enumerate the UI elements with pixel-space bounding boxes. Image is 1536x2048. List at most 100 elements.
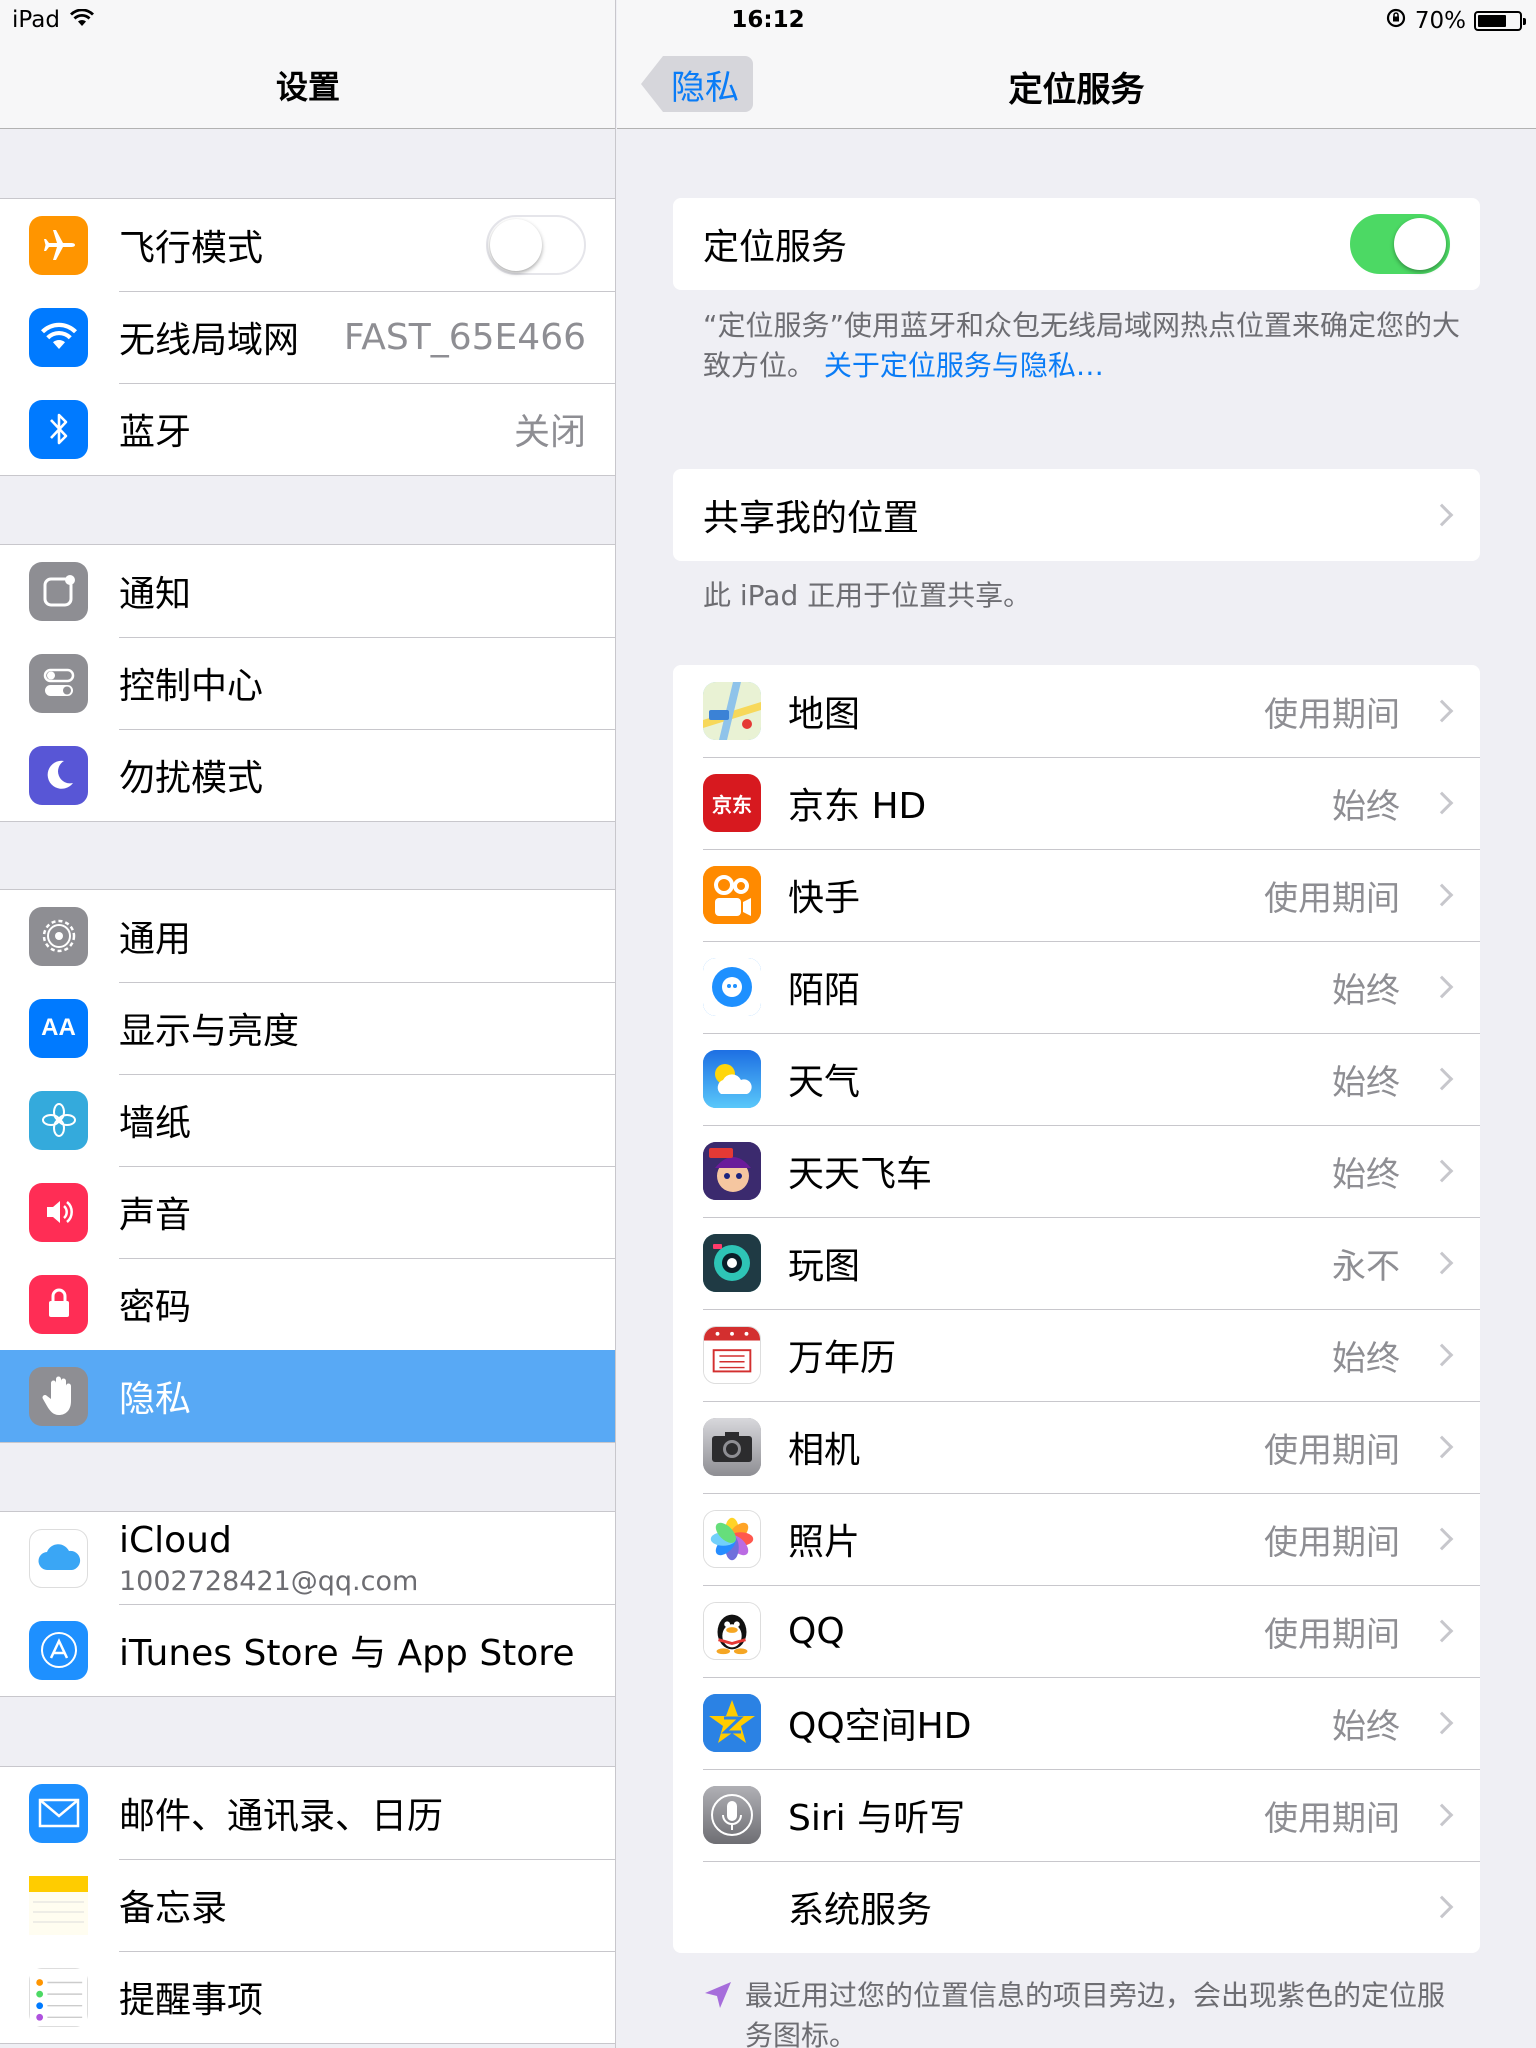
- app-location-row[interactable]: 万年历 始终: [673, 1309, 1480, 1401]
- app-location-row[interactable]: 京东 京东 HD 始终: [673, 757, 1480, 849]
- sidebar-item-wallpaper[interactable]: 墙纸: [0, 1074, 615, 1166]
- sidebar-item-notes[interactable]: 备忘录: [0, 1859, 615, 1951]
- app-location-permission: 使用期间: [1264, 1522, 1400, 1563]
- app-location-permission: 始终: [1332, 1062, 1400, 1103]
- share-location-footer: 此 iPad 正用于位置共享。: [703, 579, 1032, 612]
- sidebar-item-label: 控制中心: [119, 666, 264, 707]
- sidebar-item-icloud[interactable]: iCloud 1002728421@qq.com: [0, 1512, 615, 1604]
- settings-group: 飞行模式无线局域网 FAST_65E466 蓝牙 关闭: [0, 198, 615, 476]
- qzone-icon: [703, 1694, 761, 1752]
- chevron-right-icon: [1430, 1159, 1454, 1183]
- app-location-permission: 使用期间: [1264, 1614, 1400, 1655]
- qq-penguin-icon: [703, 1602, 761, 1660]
- app-location-row[interactable]: 地图 使用期间: [673, 665, 1480, 757]
- sidebar-item-label: 勿扰模式: [119, 758, 264, 799]
- chevron-right-icon: [1430, 699, 1454, 723]
- sidebar-item-hand[interactable]: 隐私: [0, 1350, 615, 1442]
- chevron-right-icon: [1430, 503, 1454, 527]
- app-location-permission: 始终: [1332, 970, 1400, 1011]
- sidebar-item-notification[interactable]: 通知: [0, 545, 615, 637]
- sidebar-item-sublabel: 1002728421@qq.com: [119, 1566, 419, 1597]
- sidebar-item-wifi[interactable]: 无线局域网 FAST_65E466: [0, 291, 615, 383]
- app-location-row[interactable]: 相机 使用期间: [673, 1401, 1480, 1493]
- chevron-right-icon: [1430, 1803, 1454, 1827]
- location-arrow-icon: [703, 1980, 733, 2021]
- sidebar-item-label: 提醒事项: [119, 1980, 264, 2021]
- siri-mic-icon: [703, 1786, 761, 1844]
- app-location-row[interactable]: 陌陌 始终: [673, 941, 1480, 1033]
- sidebar-item-label: 密码: [119, 1287, 192, 1328]
- settings-group: 通知控制中心勿扰模式: [0, 544, 615, 822]
- app-name: 玩图: [788, 1246, 861, 1287]
- sidebar-item-label: 墙纸: [119, 1103, 192, 1144]
- sidebar-item-bluetooth[interactable]: 蓝牙 关闭: [0, 383, 615, 475]
- location-services-group: 定位服务: [673, 198, 1480, 290]
- about-location-privacy-link[interactable]: 关于定位服务与隐私…: [824, 349, 1104, 382]
- app-location-row[interactable]: 玩图 永不: [673, 1217, 1480, 1309]
- sidebar-item-label: 邮件、通讯录、日历: [119, 1796, 444, 1837]
- sidebar-item-appstore[interactable]: iTunes Store 与 App Store: [0, 1604, 615, 1696]
- chevron-right-icon: [1430, 1435, 1454, 1459]
- sidebar-item-mail[interactable]: 邮件、通讯录、日历: [0, 1767, 615, 1859]
- app-location-permission: 始终: [1332, 1706, 1400, 1747]
- wifi-icon: [29, 307, 88, 367]
- app-location-row[interactable]: 系统服务: [673, 1861, 1480, 1953]
- app-location-row[interactable]: Siri 与听写 使用期间: [673, 1769, 1480, 1861]
- airplane-mode-toggle[interactable]: [486, 215, 586, 275]
- sidebar-item-speaker[interactable]: 声音: [0, 1166, 615, 1258]
- appstore-icon: [29, 1620, 88, 1680]
- app-name: QQ空间HD: [788, 1706, 972, 1747]
- status-bar: iPad 16:12 70%: [0, 0, 1536, 42]
- app-name: 相机: [788, 1430, 861, 1471]
- sidebar-item-label: 蓝牙: [119, 412, 192, 453]
- reminders-icon: [29, 1967, 88, 2027]
- app-location-row[interactable]: 天天飞车 始终: [673, 1125, 1480, 1217]
- weather-icon: [703, 1050, 761, 1108]
- location-services-row: 定位服务: [673, 198, 1480, 290]
- sidebar-item-label: 通用: [119, 919, 192, 960]
- app-location-permission: 始终: [1332, 786, 1400, 827]
- app-location-row[interactable]: 照片 使用期间: [673, 1493, 1480, 1585]
- hand-icon: [29, 1366, 88, 1426]
- app-location-permission: 使用期间: [1264, 1430, 1400, 1471]
- location-services-toggle[interactable]: [1350, 214, 1450, 274]
- app-location-list: 地图 使用期间 京东 京东 HD 始终 快手 使用期间 陌陌 始终 天气 始终 天天飞车 始终 玩图 永不万…: [673, 665, 1480, 1953]
- sidebar-item-moon[interactable]: 勿扰模式: [0, 729, 615, 821]
- clock: 16:12: [731, 7, 805, 33]
- app-location-row[interactable]: 快手 使用期间: [673, 849, 1480, 941]
- app-location-row[interactable]: QQ 使用期间: [673, 1585, 1480, 1677]
- settings-group: 通用 AA 显示与亮度墙纸声音密码隐私: [0, 889, 615, 1443]
- gear-icon: [29, 906, 88, 966]
- chevron-right-icon: [1430, 1895, 1454, 1919]
- sidebar-item-value: FAST_65E466: [343, 316, 586, 358]
- purple-arrow-footer: 最近用过您的位置信息的项目旁边，会出现紫色的定位服务图标。: [703, 1976, 1463, 2048]
- speaker-icon: [29, 1182, 88, 1242]
- chevron-right-icon: [1430, 1343, 1454, 1367]
- sidebar-item-label: 无线局域网: [119, 320, 300, 361]
- app-name: 快手: [788, 878, 861, 919]
- app-location-row[interactable]: QQ空间HD 始终: [673, 1677, 1480, 1769]
- sidebar-item-display[interactable]: AA 显示与亮度: [0, 982, 615, 1074]
- toggle-knob: [1394, 218, 1446, 270]
- sidebar-item-control-center[interactable]: 控制中心: [0, 637, 615, 729]
- app-name: 京东 HD: [788, 786, 927, 827]
- app-location-permission: 使用期间: [1264, 878, 1400, 919]
- notification-icon: [29, 561, 88, 621]
- app-location-permission: 使用期间: [1264, 1798, 1400, 1839]
- sidebar-item-reminders[interactable]: 提醒事项: [0, 1951, 615, 2043]
- app-location-row[interactable]: 天气 始终: [673, 1033, 1480, 1125]
- app-name: 陌陌: [788, 970, 861, 1011]
- location-services-footer: “定位服务”使用蓝牙和众包无线局域网热点位置来确定您的大致方位。 关于定位服务与…: [703, 306, 1463, 386]
- battery-icon: [1474, 11, 1526, 31]
- share-location-row[interactable]: 共享我的位置: [673, 469, 1480, 561]
- settings-sidebar: 设置 飞行模式 无线局域网 FAST_65E466 蓝牙 关闭 通知 控制中心 勿扰模式 通用 A…: [0, 0, 616, 2048]
- sidebar-item-airplane[interactable]: 飞行模式: [0, 199, 615, 291]
- moon-icon: [29, 745, 88, 805]
- sidebar-item-lock[interactable]: 密码: [0, 1258, 615, 1350]
- app-name: QQ: [788, 1610, 845, 1652]
- app-name: 照片: [788, 1522, 861, 1563]
- settings-group: iCloud 1002728421@qq.com iTunes Store 与 Ap…: [0, 1511, 615, 1697]
- sidebar-item-gear[interactable]: 通用: [0, 890, 615, 982]
- app-location-permission: 始终: [1332, 1154, 1400, 1195]
- chevron-right-icon: [1430, 883, 1454, 907]
